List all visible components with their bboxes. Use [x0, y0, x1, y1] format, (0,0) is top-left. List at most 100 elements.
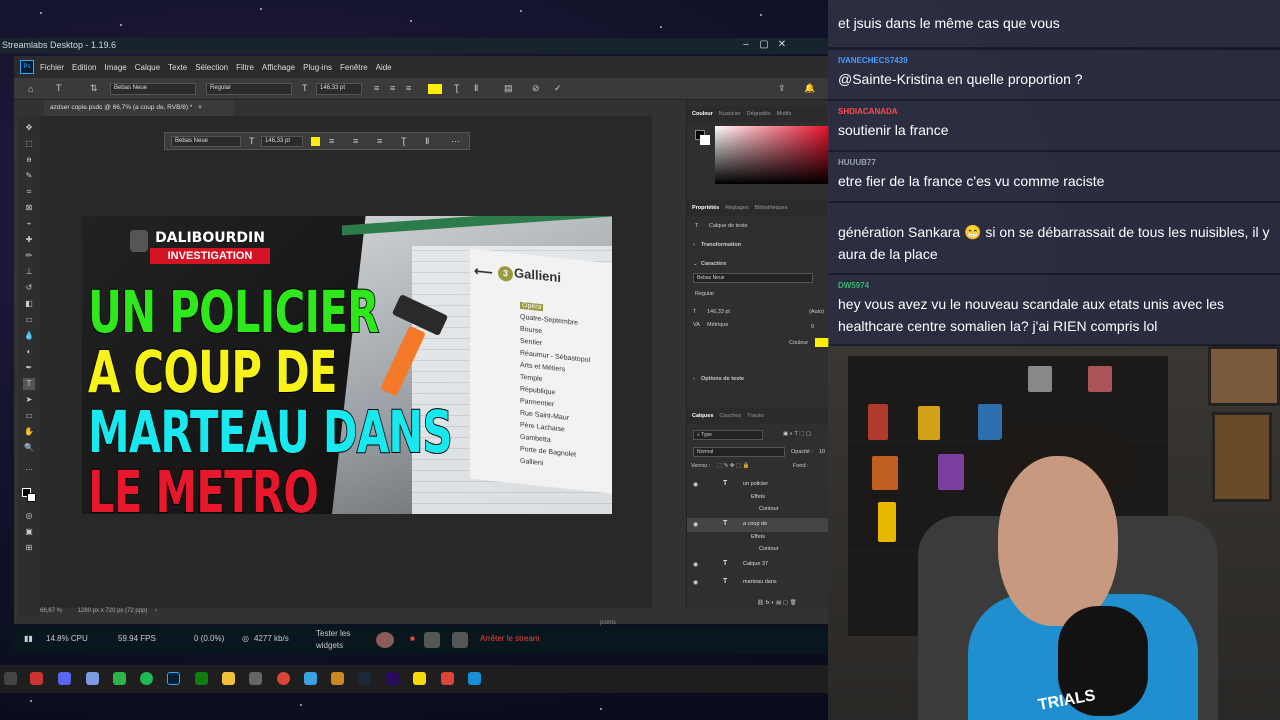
- chrome-icon[interactable]: [277, 672, 290, 685]
- bg-color-chip[interactable]: [700, 135, 710, 145]
- layer-row[interactable]: ◉ Ta coup de: [687, 518, 829, 532]
- path-select-icon[interactable]: ➤: [23, 394, 35, 406]
- healing-tool-icon[interactable]: ✚: [23, 234, 35, 246]
- blend-mode-select[interactable]: Normal: [693, 447, 785, 457]
- menu-calque[interactable]: Calque: [135, 63, 160, 72]
- tab-couleur[interactable]: Couleur: [692, 111, 713, 117]
- menu-edition[interactable]: Edition: [72, 63, 96, 72]
- menu-texte[interactable]: Texte: [168, 63, 187, 72]
- history-brush-icon[interactable]: ↺: [23, 282, 35, 294]
- layer-footer-icons[interactable]: ⛓ fx ◐ ▤ ▢ 🗑: [757, 600, 797, 606]
- crop-tool-icon[interactable]: ⌗: [23, 186, 35, 198]
- prop-leading[interactable]: (Auto): [809, 309, 824, 315]
- tab-motifs[interactable]: Motifs: [777, 111, 792, 117]
- frame-tool-icon[interactable]: ⊠: [23, 202, 35, 214]
- dodge-tool-icon[interactable]: ◐: [23, 346, 35, 358]
- prop-kerning[interactable]: Métrique: [707, 322, 728, 328]
- stop-stream-button[interactable]: Arrêter le stream: [480, 634, 540, 643]
- app-icon[interactable]: [30, 672, 43, 685]
- photoshop-icon[interactable]: [167, 672, 180, 685]
- maximize-icon[interactable]: ▢: [756, 39, 772, 50]
- document-tab[interactable]: azdser copie.psdc @ 66,7% (a coup de, RV…: [44, 100, 234, 116]
- 3d-icon[interactable]: ▤: [504, 83, 513, 94]
- color-picker-field[interactable]: [715, 126, 829, 184]
- prop-tracking[interactable]: 0: [811, 324, 814, 330]
- prop-font-select[interactable]: Bebas Neue: [693, 273, 813, 283]
- menu-affichage[interactable]: Affichage: [262, 63, 295, 72]
- stamp-tool-icon[interactable]: ⊥: [23, 266, 35, 278]
- caractere-chevron-icon[interactable]: ⌄: [693, 261, 698, 267]
- caractere-section[interactable]: Caractère: [701, 261, 726, 267]
- type-tool-icon[interactable]: T: [23, 378, 35, 390]
- thumbnail-canvas[interactable]: ⟵ 3 Gallieni Opéra Quatre-Septembre Bourse…: [82, 216, 612, 514]
- prop-style-select[interactable]: Regular: [695, 291, 714, 297]
- layer-filter-input[interactable]: ⌕ Type: [693, 430, 763, 440]
- move-tool-icon[interactable]: ✥: [23, 122, 35, 134]
- photos-icon[interactable]: [304, 672, 317, 685]
- layer-row[interactable]: Contour: [687, 503, 829, 517]
- layer-row[interactable]: ◉ T Calque 37: [687, 558, 829, 572]
- tab-traces[interactable]: Tracés: [747, 413, 764, 419]
- visibility-eye-icon[interactable]: ◉: [693, 561, 698, 568]
- menu-aide[interactable]: Aide: [376, 63, 392, 72]
- pen-tool-icon[interactable]: ✒: [23, 362, 35, 374]
- text-color-swatch[interactable]: [428, 84, 442, 94]
- tab-couches[interactable]: Couches: [719, 413, 741, 419]
- screenshot-icon[interactable]: [452, 632, 468, 648]
- prop-size[interactable]: 146,33 pt: [707, 309, 730, 315]
- edit-toolbar-icon[interactable]: ⊞: [23, 542, 35, 554]
- start-icon[interactable]: [4, 672, 17, 685]
- share-icon[interactable]: ⇪: [778, 83, 786, 94]
- gradient-tool-icon[interactable]: ▭: [23, 314, 35, 326]
- layer-row[interactable]: ◉ Tun policier: [687, 478, 829, 492]
- lock-icons[interactable]: ⬚ ✎ ✥ ⬚ 🔒: [717, 463, 750, 469]
- app-gray-icon[interactable]: [249, 672, 262, 685]
- home-icon[interactable]: ⌂: [28, 84, 33, 94]
- tab-close-icon[interactable]: ×: [198, 104, 202, 111]
- premiere-icon[interactable]: [386, 672, 399, 685]
- float-align-left-icon[interactable]: ≡: [329, 136, 334, 146]
- cancel-icon[interactable]: ⊘: [532, 83, 540, 94]
- replay-buffer-icon[interactable]: [424, 632, 440, 648]
- layer-row[interactable]: Contour: [687, 543, 829, 557]
- lasso-tool-icon[interactable]: ɵ: [23, 154, 35, 166]
- font-family-select[interactable]: Bebas Neue: [110, 83, 196, 95]
- float-font-select[interactable]: Bebas Neue: [171, 136, 241, 147]
- float-warp-icon[interactable]: Ʈ: [401, 136, 407, 146]
- stats-icon[interactable]: ▮▮: [24, 634, 33, 643]
- menu-plugins[interactable]: Plug-ins: [303, 63, 332, 72]
- float-align-right-icon[interactable]: ≡: [377, 136, 382, 146]
- explorer-icon[interactable]: [222, 672, 235, 685]
- app-yellow-icon[interactable]: [413, 672, 426, 685]
- text-tool-icon[interactable]: T: [56, 83, 62, 93]
- brush-tool-icon[interactable]: ✏: [23, 250, 35, 262]
- float-resize-icon[interactable]: Ⅱ: [425, 136, 429, 147]
- opacity-value[interactable]: 10: [819, 449, 825, 455]
- align-center-icon[interactable]: ≡: [390, 83, 395, 93]
- menu-fichier[interactable]: Fichier: [40, 63, 64, 72]
- menu-image[interactable]: Image: [104, 63, 126, 72]
- float-size-select[interactable]: 146,33 pt: [261, 136, 303, 147]
- canvas-area[interactable]: Bebas Neue T 146,33 pt ≡ ≡ ≡ Ʈ Ⅱ ⋯ ⟵ 3 G…: [40, 116, 652, 608]
- tab-calques[interactable]: Calques: [692, 413, 713, 419]
- tab-proprietes[interactable]: Propriétés: [692, 205, 719, 211]
- quick-select-tool-icon[interactable]: ✎: [23, 170, 35, 182]
- app-orange-icon[interactable]: [331, 672, 344, 685]
- char-panel-icon[interactable]: Ⅱ: [474, 83, 478, 94]
- transformation-section[interactable]: Transformation: [701, 242, 741, 248]
- spotify-icon[interactable]: [140, 672, 153, 685]
- record-button[interactable]: [376, 632, 394, 648]
- app-blue-icon[interactable]: [468, 672, 481, 685]
- visibility-eye-icon[interactable]: ◉: [693, 521, 698, 528]
- float-align-center-icon[interactable]: ≡: [353, 136, 358, 146]
- filter-icons[interactable]: ▣ ◐ T ⬚ ▢: [783, 431, 811, 437]
- minimize-icon[interactable]: –: [738, 39, 754, 50]
- app-green-icon[interactable]: [113, 672, 126, 685]
- tab-reglages[interactable]: Réglages: [725, 205, 748, 211]
- tab-degrades[interactable]: Dégradés: [747, 111, 771, 117]
- tab-nuancier[interactable]: Nuancier: [719, 111, 741, 117]
- prop-color-swatch[interactable]: [815, 338, 829, 347]
- status-zoom[interactable]: 66,67 %: [40, 608, 62, 614]
- chrome-alt-icon[interactable]: [441, 672, 454, 685]
- font-size-select[interactable]: 146,33 pt: [316, 83, 362, 95]
